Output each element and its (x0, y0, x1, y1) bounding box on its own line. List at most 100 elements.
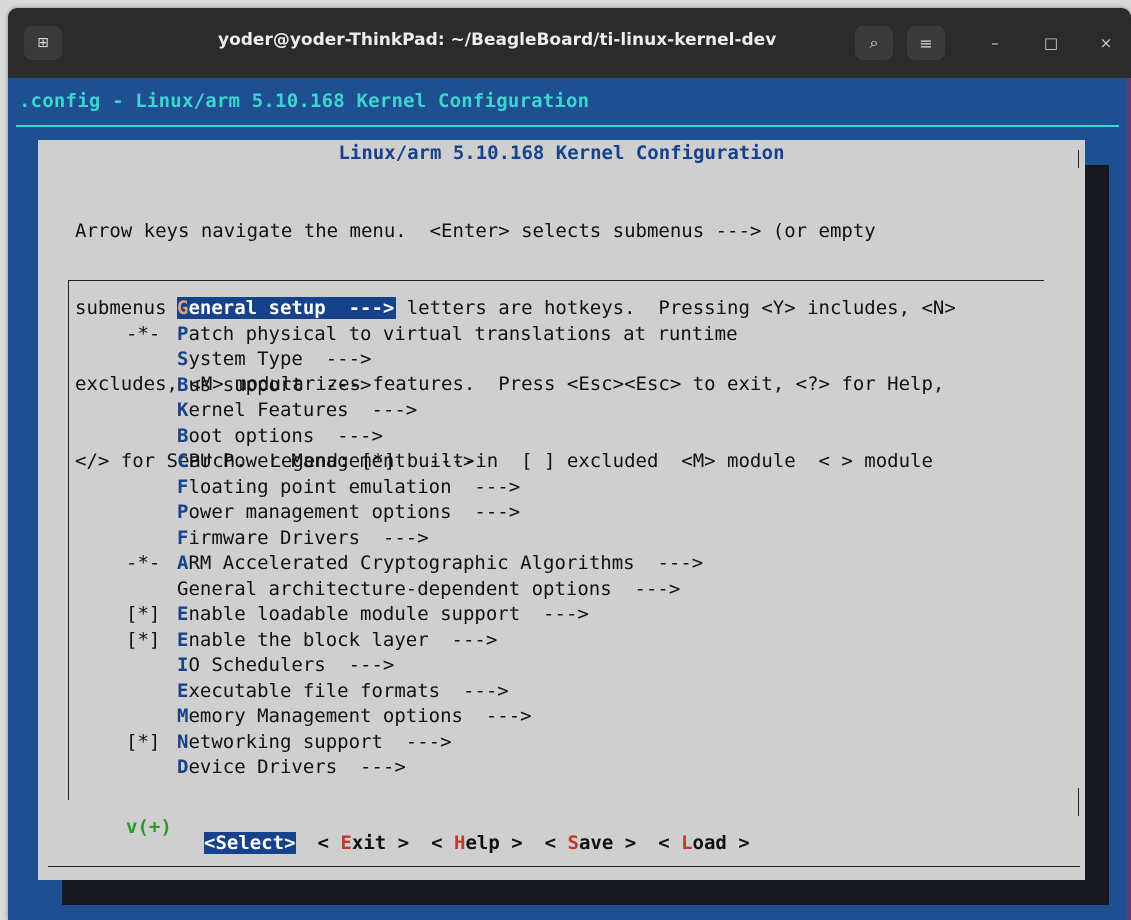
menu-item-hotkey: D (177, 756, 189, 778)
button-label-part: < (317, 832, 341, 854)
menu-item-text: Kernel Features ---> (177, 399, 417, 421)
button-label-part: elp > (465, 832, 523, 854)
menu-item[interactable]: Kernel Features ---> (126, 398, 738, 424)
help-line: Arrow keys navigate the menu. <Enter> se… (75, 220, 876, 242)
terminal-scrollbar[interactable] (1127, 78, 1131, 920)
menu-item-text: General setup ---> (177, 297, 397, 319)
menu-item-hotkey: F (177, 475, 189, 498)
menu-item-hotkey: G (177, 297, 189, 319)
menu-item-text: System Type ---> (177, 348, 371, 370)
menu-item[interactable]: Firmware Drivers ---> (126, 526, 738, 552)
menu-item-label: eneral setup ---> (188, 297, 395, 319)
menu-item[interactable]: General architecture-dependent options -… (126, 577, 738, 603)
button-label-part: xit > (351, 832, 410, 854)
menu-item[interactable]: Device Drivers ---> (126, 755, 738, 781)
terminal-window: ⊞ yoder@yoder-ThinkPad: ~/BeagleBoard/ti… (8, 8, 1131, 920)
menu-item-text: Enable loadable module support ---> (177, 603, 589, 625)
menu-frame-left (68, 280, 69, 800)
menu-item-hotkey: P (177, 501, 189, 523)
menu-item[interactable]: General setup ---> (126, 296, 738, 322)
menu-item[interactable]: Power management options ---> (126, 500, 738, 526)
menu-item-hotkey: F (177, 526, 189, 549)
menu-item[interactable]: Boot options ---> (126, 424, 738, 450)
menu-item[interactable]: -*- Patch physical to virtual translation… (126, 322, 738, 348)
menu-item-state: -*- (126, 552, 161, 574)
menu-item[interactable]: IO Schedulers ---> (126, 653, 738, 679)
dialog-button[interactable]: < Load > (658, 832, 750, 854)
menu-item[interactable]: [*] Networking support ---> (126, 730, 738, 756)
menu-item-label: us support ---> (188, 373, 372, 396)
menu-item-label: atch physical to virtual translations at… (188, 322, 738, 345)
hamburger-menu-icon[interactable]: ≡ (907, 26, 945, 60)
menu-item[interactable]: [*] Enable the block layer ---> (126, 628, 738, 654)
menu-item-state: [*] (126, 628, 161, 651)
config-header: .config - Linux/arm 5.10.168 Kernel Conf… (19, 90, 590, 112)
button-hotkey: E (340, 832, 352, 854)
menu-item-state: [*] (126, 730, 161, 753)
menu-item-label: loating point emulation ---> (188, 475, 521, 498)
menu-item[interactable]: CPU Power Management ---> (126, 449, 738, 475)
menu-item-text: Bus support ---> (177, 374, 371, 396)
menu-item-label: oot options ---> (188, 424, 383, 447)
menu-list: General setup ---> -*- Patch physical to v… (126, 296, 738, 781)
terminal-area[interactable]: .config - Linux/arm 5.10.168 Kernel Conf… (8, 78, 1131, 920)
menu-item-text: General architecture-dependent options -… (177, 578, 680, 600)
dialog-title: Linux/arm 5.10.168 Kernel Configuration (338, 142, 785, 164)
menu-item[interactable]: -*- ARM Accelerated Cryptographic Algorit… (126, 551, 738, 577)
menu-item[interactable]: System Type ---> (126, 347, 738, 373)
menu-frame-top (68, 280, 1044, 281)
button-label-part: elect> (226, 832, 296, 854)
menu-item-label: General architecture-dependent options -… (177, 577, 681, 600)
menu-item-text: IO Schedulers ---> (177, 654, 394, 676)
menuconfig-dialog: Linux/arm 5.10.168 Kernel Configuration … (38, 140, 1085, 880)
button-hotkey: S (215, 832, 227, 854)
dialog-button[interactable]: < Save > (545, 832, 637, 854)
menu-item-text: Enable the block layer ---> (177, 629, 497, 651)
dialog-bottom-border (48, 866, 1080, 867)
more-indicator: v(+) (126, 816, 172, 838)
close-icon[interactable]: × (1091, 30, 1121, 56)
menu-item[interactable]: Executable file formats ---> (126, 679, 738, 705)
menu-item[interactable]: Bus support ---> (126, 373, 738, 399)
menu-item-label: nable the block layer ---> (188, 628, 498, 651)
maximize-icon[interactable]: □ (1036, 30, 1066, 56)
menu-item[interactable]: Floating point emulation ---> (126, 475, 738, 501)
button-label-part: < (431, 832, 454, 854)
menu-item-label: ower management options ---> (188, 501, 521, 523)
menu-item-label: PU Power Management ---> (188, 450, 475, 472)
menu-item-text: CPU Power Management ---> (177, 450, 474, 472)
button-hotkey: S (567, 832, 579, 854)
menu-item-hotkey: C (177, 450, 189, 472)
menu-item-label: etworking support ---> (188, 730, 452, 753)
menu-item-text: ARM Accelerated Cryptographic Algorithms… (177, 552, 703, 574)
dialog-button[interactable]: < Help > (431, 832, 523, 854)
button-bar: <Select> < Exit > < Help > < Save > < Load > (204, 832, 772, 854)
button-hotkey: H (453, 832, 466, 854)
menu-item-label: nable loadable module support ---> (188, 603, 589, 625)
dialog-button[interactable]: < Exit > (318, 832, 410, 854)
minimize-icon[interactable]: – (980, 30, 1010, 56)
menu-item-label: O Schedulers ---> (188, 654, 395, 676)
menu-item-state: [*] (126, 603, 161, 625)
menu-item-label: ystem Type ---> (188, 348, 372, 370)
dialog-button[interactable]: <Select> (204, 832, 296, 854)
menu-item-hotkey: E (177, 603, 189, 625)
menu-item-label: xecutable file formats ---> (188, 679, 509, 702)
search-icon[interactable]: ⌕ (855, 26, 893, 60)
menu-item-hotkey: M (177, 705, 189, 727)
menu-item-label: ernel Features ---> (188, 399, 418, 421)
menu-item-hotkey: I (177, 654, 189, 676)
menu-item-label: irmware Drivers ---> (188, 526, 429, 549)
menu-item-text: Memory Management options ---> (177, 705, 532, 727)
menu-item-text: Device Drivers ---> (177, 756, 406, 778)
menu-item-label: emory Management options ---> (188, 705, 532, 727)
menu-item-hotkey: E (177, 628, 189, 651)
menu-item[interactable]: Memory Management options ---> (126, 704, 738, 730)
menu-item-state: -*- (126, 322, 161, 345)
menu-item-hotkey: N (177, 730, 189, 753)
menu-item-text: Networking support ---> (177, 731, 452, 753)
menu-item-hotkey: P (177, 322, 189, 345)
menu-item[interactable]: [*] Enable loadable module support ---> (126, 602, 738, 628)
menu-item-text: Floating point emulation ---> (177, 476, 520, 498)
button-label-part: oad > (692, 832, 750, 854)
